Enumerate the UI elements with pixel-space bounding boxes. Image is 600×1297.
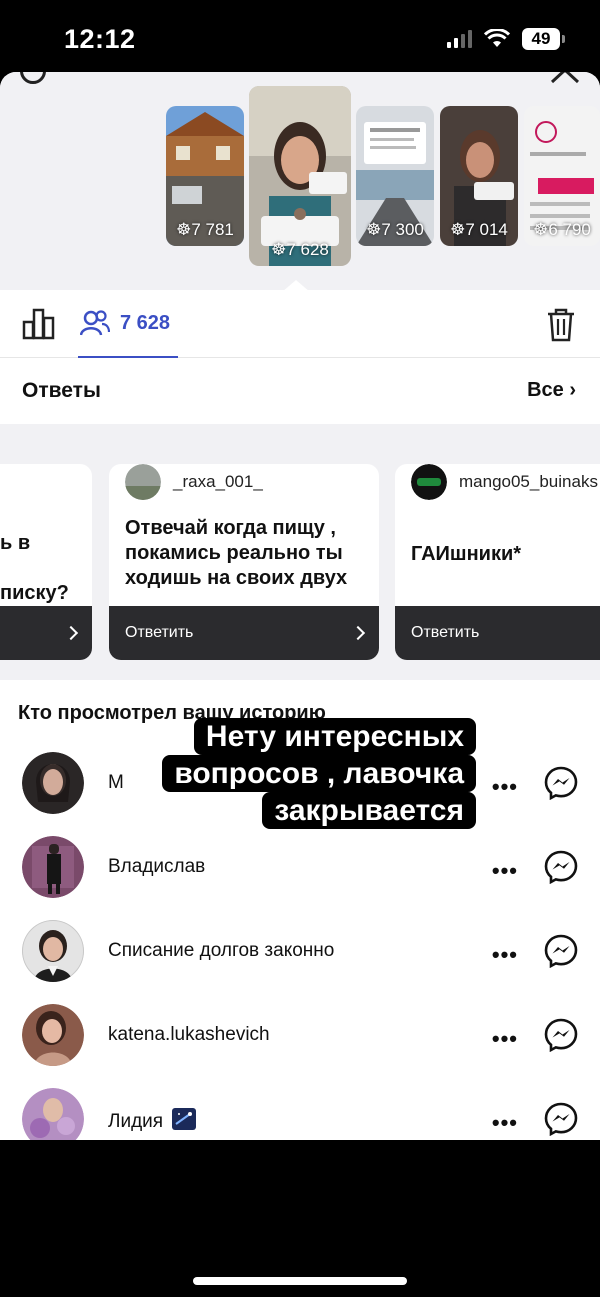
viewer-row[interactable]: katena.lukashevich ••• <box>0 992 600 1076</box>
answers-see-all-link[interactable]: Все › <box>527 379 576 402</box>
status-icons: 49 <box>447 28 565 50</box>
viewer-name[interactable]: katena.lukashevich <box>108 1024 270 1046</box>
more-options-icon[interactable]: ••• <box>492 1026 518 1052</box>
viewers-icon: ☸ <box>450 220 466 239</box>
story-thumbnail[interactable]: ☸6 790 <box>524 106 600 246</box>
viewers-icon: ☸ <box>271 240 287 259</box>
answer-question-text: Отвечай когда пищу , покамись реально ты… <box>125 517 348 589</box>
more-options-icon[interactable]: ••• <box>492 858 518 884</box>
answer-card[interactable]: mango05_buinaks ГАИшники* Ответить <box>395 464 600 660</box>
gear-icon[interactable] <box>20 72 46 84</box>
viewers-tab-count: 7 628 <box>120 311 171 334</box>
answer-author: mango05_buinaks <box>411 464 598 500</box>
stories-carousel[interactable]: ☸7 781 ☸7 628 ☸7 300 ☸7 014 ☸6 790 <box>0 72 600 292</box>
viewer-name[interactable]: Списание долгов законно <box>108 940 334 962</box>
more-options-icon[interactable]: ••• <box>492 774 518 800</box>
cellular-signal-icon <box>447 30 472 48</box>
trash-icon[interactable] <box>546 308 576 342</box>
viewer-name[interactable]: Владислав <box>108 856 205 878</box>
story-viewers-count: ☸7 014 <box>450 220 508 239</box>
answers-carousel[interactable]: ь в писку? _raxa_001_ Отвечай когда пищу… <box>0 424 600 680</box>
reply-button-label: Ответить <box>125 624 194 641</box>
answer-question-text: ГАИшники* <box>411 543 522 565</box>
viewer-row[interactable]: Списание долгов законно ••• <box>0 908 600 992</box>
insights-tabs: 7 628 <box>0 290 600 358</box>
overlay-caption: Нету интересных вопросов , лавочка закры… <box>116 718 476 829</box>
viewer-name[interactable]: Лидия <box>108 1108 197 1133</box>
reply-button[interactable]: Ответить <box>395 606 600 660</box>
tab-viewers[interactable]: 7 628 <box>78 290 178 358</box>
answer-card[interactable]: _raxa_001_ Отвечай когда пищу , покамись… <box>109 464 379 660</box>
chevron-right-icon <box>63 625 79 641</box>
avatar <box>125 464 161 500</box>
status-time: 12:12 <box>64 24 136 54</box>
messenger-icon[interactable] <box>544 766 578 800</box>
overlay-caption-line: закрывается <box>262 792 476 829</box>
viewers-icon <box>80 310 110 336</box>
story-thumbnail[interactable]: ☸7 781 <box>166 106 244 246</box>
chevron-right-icon: › <box>569 379 576 401</box>
answer-author-name: _raxa_001_ <box>173 472 263 491</box>
story-viewers-count: ☸6 790 <box>533 220 591 239</box>
viewers-icon: ☸ <box>176 220 192 239</box>
viewer-row[interactable]: Владислав ••• <box>0 824 600 908</box>
battery-icon: 49 <box>522 28 565 50</box>
story-viewers-count: ☸7 300 <box>366 220 424 239</box>
bar-chart-icon[interactable] <box>22 308 56 340</box>
avatar <box>22 920 84 982</box>
story-viewers-count: ☸7 781 <box>176 220 234 239</box>
more-options-icon[interactable]: ••• <box>492 942 518 968</box>
story-viewers-count: ☸7 628 <box>271 240 329 259</box>
avatar <box>411 464 447 500</box>
close-icon[interactable] <box>550 72 580 90</box>
viewers-icon: ☸ <box>533 220 549 239</box>
story-preview-image <box>249 86 351 266</box>
avatar <box>22 1088 84 1140</box>
answer-question-text: ь в писку? <box>0 532 69 604</box>
more-options-icon[interactable]: ••• <box>492 1110 518 1136</box>
status-bar: 12:12 49 <box>0 0 600 72</box>
avatar <box>22 1004 84 1066</box>
viewer-row[interactable]: Лидия ••• <box>0 1076 600 1140</box>
story-thumbnail-active[interactable]: ☸7 628 <box>249 86 351 266</box>
reply-button[interactable]: Ответить <box>109 606 379 660</box>
reply-button-label: Ответить <box>411 624 480 641</box>
story-thumbnail[interactable]: ☸7 300 <box>356 106 434 246</box>
answers-header: Ответы Все › <box>0 359 600 423</box>
answer-author-name: mango05_buinaks <box>459 472 598 491</box>
story-insights-sheet: ☸7 781 ☸7 628 ☸7 300 ☸7 014 ☸6 790 7 628… <box>0 72 600 1140</box>
overlay-caption-line: вопросов , лавочка <box>162 755 476 792</box>
wifi-icon <box>484 29 510 47</box>
home-indicator[interactable] <box>193 1277 407 1285</box>
answer-author: _raxa_001_ <box>125 464 263 500</box>
space-emoji-icon <box>172 1108 197 1130</box>
answer-card[interactable]: ь в писку? <box>0 464 92 660</box>
messenger-icon[interactable] <box>544 1018 578 1052</box>
messenger-icon[interactable] <box>544 934 578 968</box>
avatar <box>22 752 84 814</box>
chevron-right-icon <box>350 625 366 641</box>
viewers-icon: ☸ <box>366 220 382 239</box>
avatar <box>22 836 84 898</box>
story-thumbnail[interactable]: ☸7 014 <box>440 106 518 246</box>
messenger-icon[interactable] <box>544 1102 578 1136</box>
overlay-caption-line: Нету интересных <box>193 718 476 755</box>
answers-title: Ответы <box>22 379 101 402</box>
reply-button[interactable] <box>0 606 92 660</box>
messenger-icon[interactable] <box>544 850 578 884</box>
